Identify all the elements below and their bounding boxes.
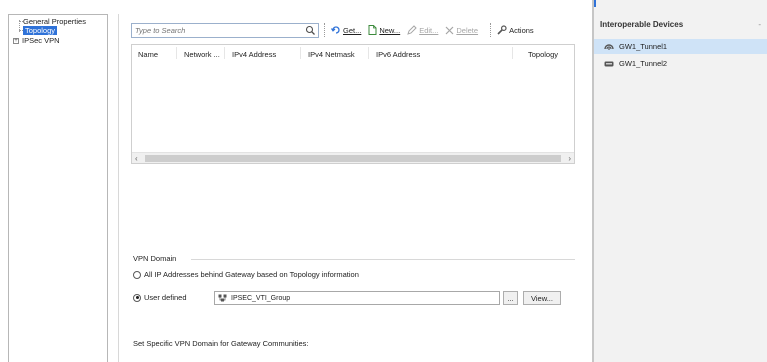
get-button[interactable]: Get... — [331, 25, 361, 35]
delete-x-icon — [445, 26, 454, 34]
table-header: Name Network ... IPv4 Address IPv4 Netma… — [132, 45, 574, 61]
actions-button[interactable]: Actions — [497, 25, 534, 35]
wrench-icon — [497, 25, 507, 35]
radio-all-ip-addresses[interactable]: All IP Addresses behind Gateway based on… — [133, 270, 359, 279]
actions-label: Actions — [509, 25, 534, 35]
edit-button[interactable]: Edit... — [407, 25, 438, 35]
group-divider — [191, 259, 575, 260]
topology-page: Get... New... Edit... Delete — [118, 14, 584, 362]
search-box[interactable] — [131, 22, 319, 38]
delete-label: Delete — [456, 25, 479, 35]
column-header-ipv4-netmask[interactable]: IPv4 Netmask — [308, 50, 355, 59]
device-item-gw1-tunnel2[interactable]: GW1_Tunnel2 — [594, 56, 767, 71]
toolbar: Get... New... Edit... Delete — [131, 20, 575, 40]
tree-item-label: IPSec VPN — [22, 36, 60, 45]
toolbar-separator — [490, 23, 492, 37]
radio-button[interactable] — [133, 270, 141, 279]
radio-user-defined[interactable]: User defined — [133, 293, 187, 302]
column-divider[interactable] — [224, 47, 225, 59]
device-item-gw1-tunnel1[interactable]: GW1_Tunnel1 — [594, 39, 767, 54]
scrollbar-thumb[interactable] — [145, 155, 561, 162]
column-header-name[interactable]: Name — [138, 50, 158, 59]
column-divider[interactable] — [368, 47, 369, 59]
column-header-network[interactable]: Network ... — [184, 50, 220, 59]
radio-button-selected[interactable] — [133, 293, 141, 302]
tunnel-icon — [604, 44, 614, 50]
delete-button[interactable]: Delete — [445, 26, 478, 35]
tree-item-ipsec-vpn[interactable]: + IPSec VPN — [13, 36, 60, 45]
interfaces-table[interactable]: Name Network ... IPv4 Address IPv4 Netma… — [131, 44, 575, 164]
column-header-topology[interactable]: Topology — [528, 50, 558, 59]
magnifier-icon[interactable] — [305, 25, 316, 36]
device-label: GW1_Tunnel2 — [619, 59, 668, 68]
interoperable-devices-panel: Interoperable Devices - GW1_Tunnel1 GW1_… — [592, 0, 767, 362]
tree-item-general-properties[interactable]: General Properties — [23, 17, 86, 26]
group-name: IPSEC_VTI_Group — [231, 294, 291, 302]
device-icon — [604, 61, 614, 66]
radio-label[interactable]: All IP Addresses behind Gateway based on… — [144, 270, 359, 279]
scroll-right-icon[interactable]: › — [568, 154, 571, 163]
column-divider[interactable] — [176, 47, 177, 59]
vpn-domain-group-field[interactable]: IPSEC_VTI_Group — [214, 291, 500, 305]
new-document-icon — [368, 25, 377, 35]
view-button[interactable]: View... — [523, 291, 561, 305]
column-divider[interactable] — [300, 47, 301, 59]
new-button[interactable]: New... — [368, 25, 400, 35]
vpn-domain-title: VPN Domain — [133, 254, 177, 263]
device-label: GW1_Tunnel1 — [619, 42, 668, 51]
community-domain-label: Set Specific VPN Domain for Gateway Comm… — [133, 339, 309, 348]
edit-icon — [407, 25, 417, 35]
new-label: New... — [379, 25, 401, 35]
scroll-left-icon[interactable]: ‹ — [135, 154, 138, 163]
group-icon — [218, 294, 227, 302]
edit-label: Edit... — [419, 25, 439, 35]
radio-label[interactable]: User defined — [144, 293, 187, 302]
properties-tree: General Properties Topology + IPSec VPN — [8, 14, 108, 362]
column-header-ipv4-address[interactable]: IPv4 Address — [232, 50, 276, 59]
column-header-ipv6-address[interactable]: IPv6 Address — [376, 50, 420, 59]
expand-plus-icon[interactable]: + — [13, 38, 19, 45]
browse-button[interactable]: ... — [503, 291, 518, 305]
tree-item-topology[interactable]: Topology — [23, 26, 58, 35]
get-label: Get... — [343, 25, 362, 35]
search-input[interactable] — [132, 23, 302, 37]
horizontal-scrollbar[interactable]: ‹ › — [132, 152, 574, 163]
panel-title: Interoperable Devices — [600, 20, 684, 29]
panel-edge-marker — [594, 0, 596, 7]
get-icon — [331, 26, 340, 34]
panel-collapse-icon[interactable]: - — [758, 20, 761, 29]
column-divider[interactable] — [512, 47, 513, 59]
toolbar-separator — [324, 23, 326, 37]
